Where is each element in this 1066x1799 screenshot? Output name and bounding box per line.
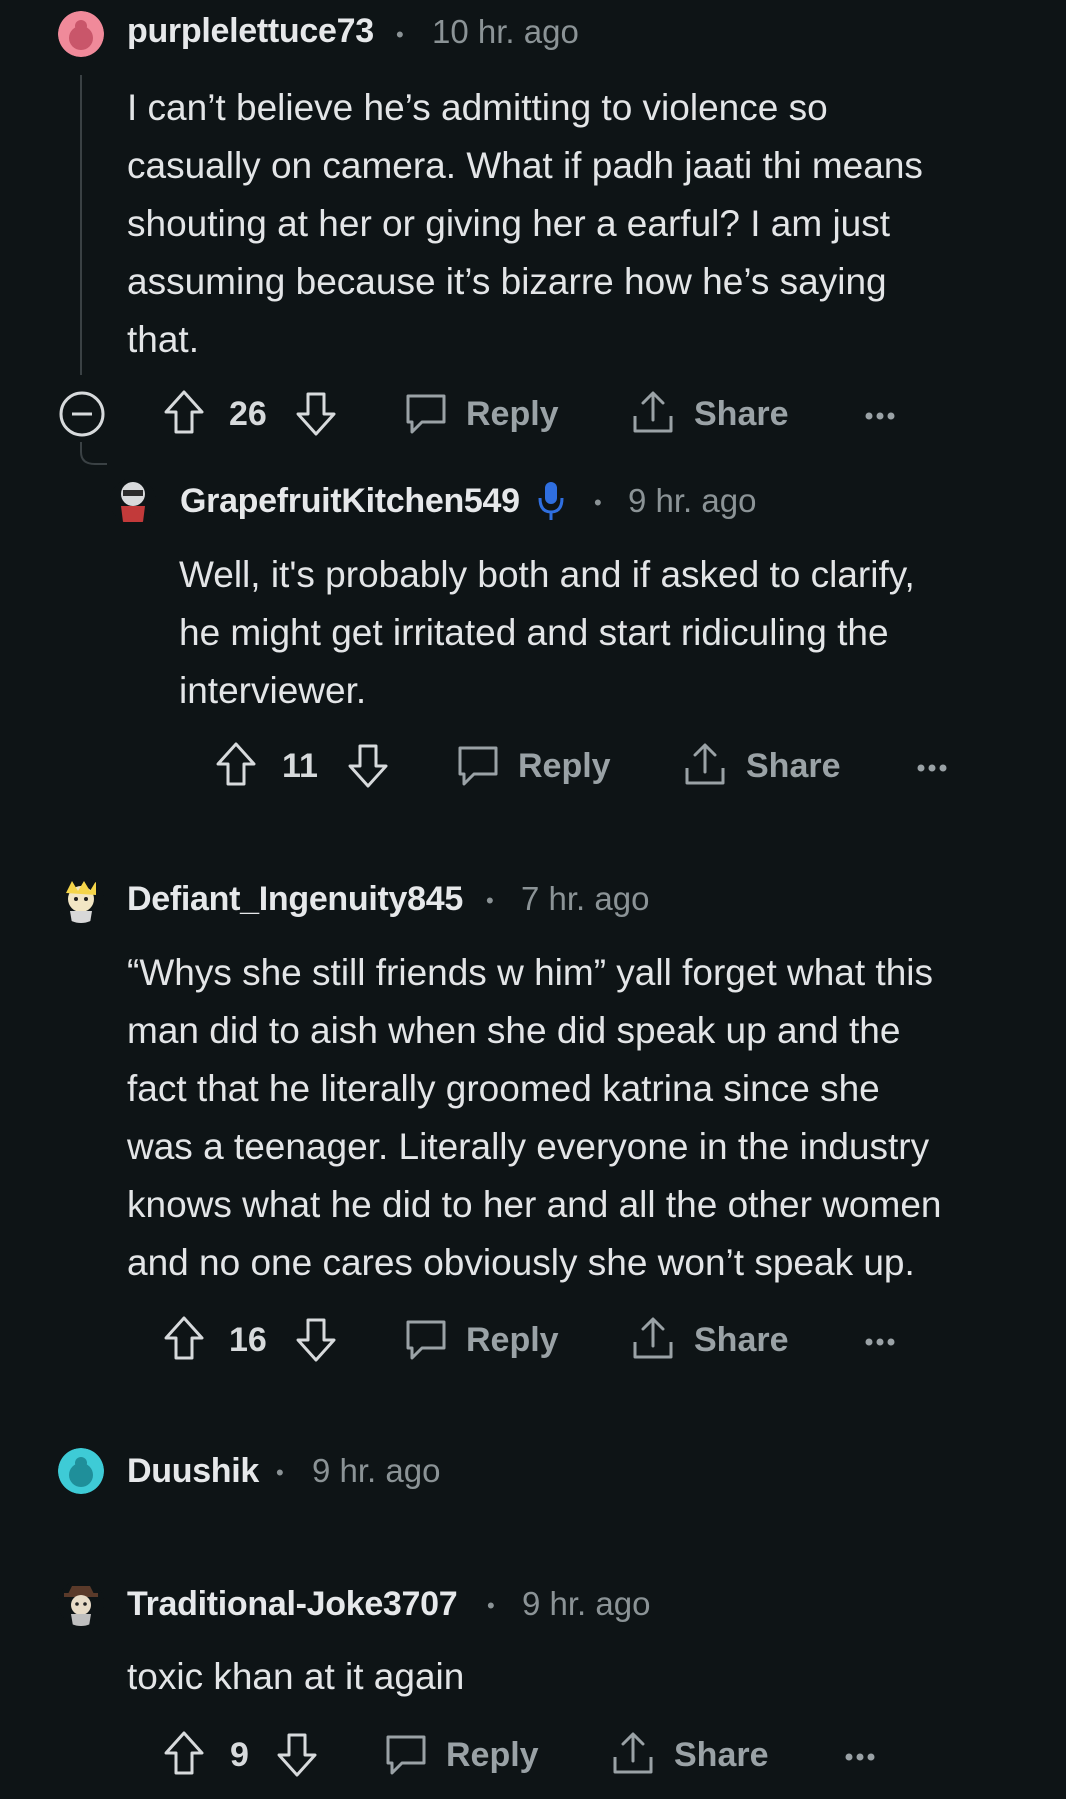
share-icon[interactable] [682,740,728,788]
vote-count: 16 [229,1321,267,1359]
more-options-icon[interactable] [916,760,948,778]
avatar[interactable] [110,478,156,524]
comment-line: that. [127,319,199,360]
share-icon[interactable] [610,1729,656,1777]
share-icon[interactable] [630,388,676,436]
comment-body: Well, it's probably both and if asked to… [179,546,915,720]
vote-count: 11 [282,747,318,785]
share-icon[interactable] [630,1314,676,1362]
comment-line: shouting at her or giving her a earful? … [127,203,891,244]
more-options-icon[interactable] [844,1749,876,1767]
comment-line: knows what he did to her and all the oth… [127,1184,942,1225]
reply-icon[interactable] [455,743,501,789]
username[interactable]: GrapefruitKitchen549 [180,482,520,521]
comment-line: was a teenager. Literally everyone in th… [127,1126,930,1167]
share-button[interactable]: Share [694,395,789,434]
vote-count: 26 [229,395,267,433]
comment-body: toxic khan at it again [127,1648,464,1706]
separator-dot: • [487,1593,495,1618]
reply-icon[interactable] [403,1317,449,1363]
comment-line: casually on camera. What if padh jaati t… [127,145,923,186]
avatar[interactable] [58,11,104,57]
upvote-icon[interactable] [162,1315,206,1361]
timestamp: 9 hr. ago [522,1585,651,1622]
share-button[interactable]: Share [674,1736,769,1775]
comment-line: assuming because it’s bizarre how he’s s… [127,261,887,302]
upvote-icon[interactable] [162,1730,206,1776]
comment-body: I can’t believe he’s admitting to violen… [127,79,923,369]
share-button[interactable]: Share [746,747,841,786]
reply-button[interactable]: Reply [466,1321,559,1360]
more-options-icon[interactable] [864,1334,896,1352]
comment-line: I can’t believe he’s admitting to violen… [127,87,828,128]
avatar[interactable] [58,1580,104,1626]
comment-body: “Whys she still friends w him” yall forg… [127,944,942,1292]
comment-line: toxic khan at it again [127,1656,465,1697]
reply-icon[interactable] [383,1732,429,1778]
downvote-icon[interactable] [294,391,338,437]
thread-connector [79,442,107,468]
avatar[interactable] [58,1448,104,1494]
timestamp: 9 hr. ago [628,482,757,519]
thread-line[interactable] [80,75,82,375]
separator-dot: • [594,490,602,515]
username[interactable]: Defiant_Ingenuity845 [127,880,463,919]
comment-line: “Whys she still friends w him” yall forg… [127,952,934,993]
downvote-icon[interactable] [275,1732,319,1778]
comment-line: Well, it's probably both and if asked to… [179,554,915,595]
reply-icon[interactable] [403,391,449,437]
comment-line: he might get irritated and start ridicul… [179,612,889,653]
reply-button[interactable]: Reply [466,395,559,434]
timestamp: 7 hr. ago [521,880,650,917]
upvote-icon[interactable] [162,389,206,435]
username[interactable]: Duushik [127,1452,259,1491]
microphone-icon [536,480,566,522]
reply-button[interactable]: Reply [446,1736,539,1775]
downvote-icon[interactable] [294,1317,338,1363]
share-button[interactable]: Share [694,1321,789,1360]
separator-dot: • [276,1460,284,1485]
vote-count: 9 [230,1736,249,1774]
upvote-icon[interactable] [214,741,258,787]
username[interactable]: Traditional-Joke3707 [127,1585,458,1624]
separator-dot: • [486,888,494,913]
downvote-icon[interactable] [346,743,390,789]
more-options-icon[interactable] [864,408,896,426]
timestamp: 10 hr. ago [432,13,579,50]
comment-line: fact that he literally groomed katrina s… [127,1068,880,1109]
separator-dot: • [396,22,404,47]
collapse-icon[interactable] [58,390,106,438]
timestamp: 9 hr. ago [312,1452,441,1489]
avatar[interactable] [58,877,104,923]
comment-line: man did to aish when she did speak up an… [127,1010,901,1051]
reply-button[interactable]: Reply [518,747,611,786]
username[interactable]: purplelettuce73 [127,12,374,51]
comment-line: and no one cares obviously she won’t spe… [127,1242,915,1283]
comment-line: interviewer. [179,670,367,711]
